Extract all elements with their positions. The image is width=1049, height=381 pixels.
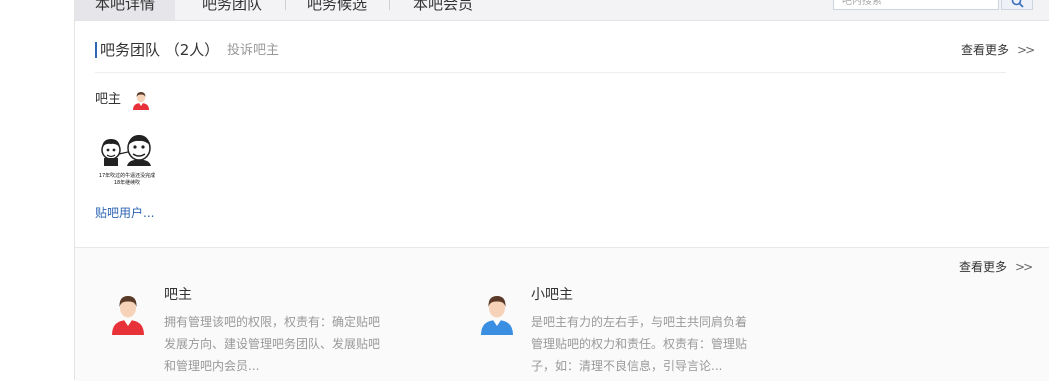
- tab-candidates[interactable]: 吧务候选: [307, 0, 367, 20]
- team-header: 吧务团队 （2人） 投诉吧主: [95, 38, 1040, 62]
- meme-caption-line1: 17年吹过的牛逼还没完成: [99, 172, 155, 179]
- double-chevron-right-icon: >>: [1015, 260, 1033, 274]
- search-input[interactable]: 吧内搜索: [833, 0, 999, 10]
- search-icon: [1011, 0, 1024, 8]
- left-gutter: [0, 0, 74, 380]
- role-title-owner: 吧主: [164, 287, 192, 303]
- title-accent-bar: [95, 42, 97, 58]
- role-desc-owner: 拥有管理该吧的权限，权责有：确定贴吧发展方向、建设管理吧务团队、发展贴吧和管理吧…: [164, 315, 381, 373]
- role-title-assistant: 小吧主: [531, 287, 573, 303]
- role-desc-assistant: 是吧主有力的左右手，与吧主共同肩负着管理贴吧的权力和责任。权责有：管理贴子，如：…: [531, 315, 748, 373]
- double-chevron-right-icon: >>: [1017, 43, 1035, 57]
- tab-team[interactable]: 吧务团队: [202, 0, 262, 20]
- main-content: 本吧详情 吧务团队 吧务候选 本吧会员 吧内搜索 吧务团队 （2人） 投诉吧主 …: [74, 0, 1049, 381]
- assistant-role-avatar-icon: [481, 296, 513, 335]
- complain-link[interactable]: 投诉吧主: [227, 40, 279, 62]
- roles-more-link[interactable]: 查看更多 >>: [959, 258, 1033, 276]
- member-username-link[interactable]: 贴吧用户...: [95, 204, 154, 222]
- divider: [95, 72, 1006, 73]
- tab-separator: [389, 0, 390, 10]
- more-label: 查看更多: [959, 260, 1008, 274]
- team-more-link[interactable]: 查看更多 >>: [961, 41, 1035, 59]
- tab-separator: [285, 0, 286, 10]
- tab-bar-details[interactable]: 本吧详情: [75, 0, 176, 20]
- meme-caption-line2: 18年继续吹: [114, 179, 140, 186]
- more-label: 查看更多: [961, 43, 1010, 57]
- tab-bar: 本吧详情 吧务团队 吧务候选 本吧会员 吧内搜索: [75, 0, 1049, 21]
- tab-members[interactable]: 本吧会员: [413, 0, 473, 20]
- user-avatar-meme[interactable]: 17年吹过的牛逼还没完成 18年继续吹: [95, 130, 159, 192]
- search-button[interactable]: [1001, 0, 1033, 10]
- owner-label: 吧主: [95, 92, 122, 107]
- owner-avatar-icon: [133, 92, 149, 110]
- owner-role-avatar-icon: [112, 296, 144, 335]
- roles-panel: 查看更多 >> 吧主 拥有管理该吧的权限，权责有：确定贴吧发展方向、建设管理吧务团…: [75, 247, 1049, 381]
- team-title: 吧务团队 （2人）: [100, 41, 220, 59]
